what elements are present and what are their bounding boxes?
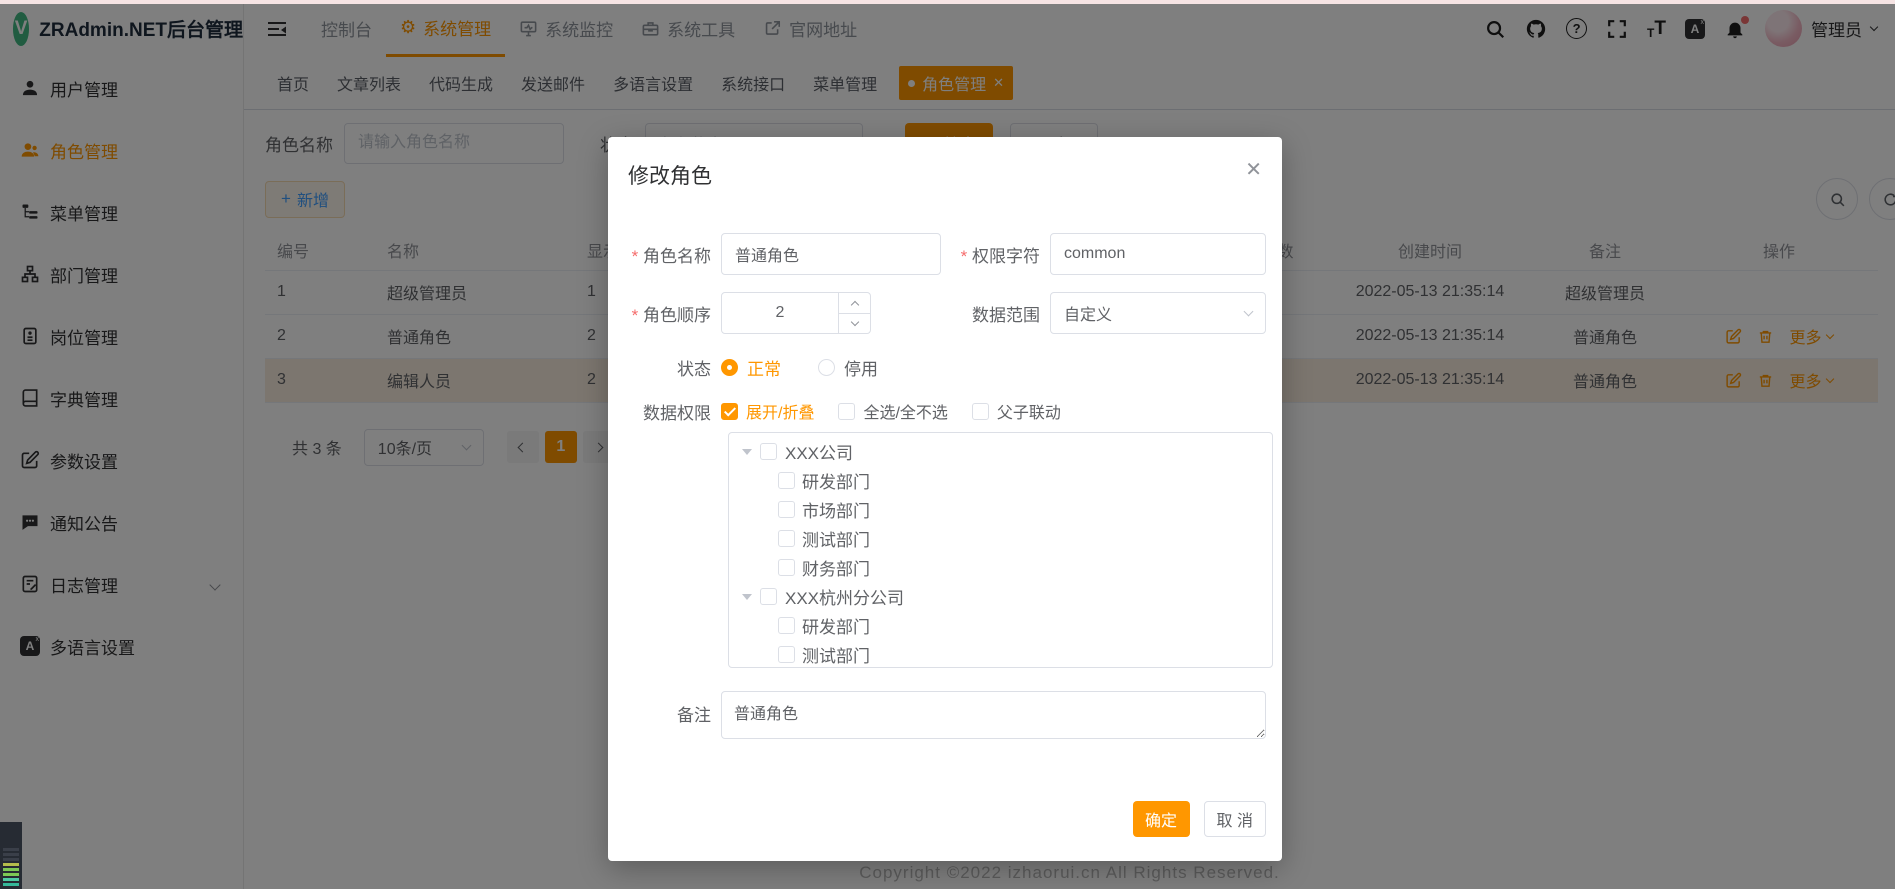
data-perm-label: 数据权限 xyxy=(615,399,721,424)
parent-child-link-checkbox[interactable] xyxy=(972,403,989,420)
status-disabled-label: 停用 xyxy=(844,355,878,380)
close-icon[interactable]: ✕ xyxy=(1245,160,1262,180)
tree-node[interactable]: 测试部门 xyxy=(729,524,1272,553)
role-order-label: 角色顺序 xyxy=(615,301,721,326)
increase-icon[interactable] xyxy=(838,293,870,313)
caret-down-icon[interactable] xyxy=(742,594,752,600)
status-radio-disabled[interactable] xyxy=(818,359,835,376)
perf-monitor-widget[interactable] xyxy=(0,822,22,889)
cancel-button[interactable]: 取 消 xyxy=(1204,801,1266,837)
decrease-icon[interactable] xyxy=(838,313,870,333)
tree-checkbox[interactable] xyxy=(778,617,795,634)
tree-checkbox[interactable] xyxy=(778,530,795,547)
tree-node[interactable]: 研发部门 xyxy=(729,466,1272,495)
status-normal-label: 正常 xyxy=(747,355,781,380)
tree-checkbox[interactable] xyxy=(760,443,777,460)
status-label: 状态 xyxy=(615,355,721,380)
dialog-body: 角色名称 权限字符 角色顺序 数据范围 自定义 状态 正常 停 xyxy=(608,190,1282,739)
edit-role-dialog: 修改角色 ✕ 角色名称 权限字符 角色顺序 数据范围 自定义 状态 xyxy=(608,137,1282,861)
department-tree: XXX公司 研发部门 市场部门 测试部门 财务部门 XXX杭州分公司 xyxy=(728,432,1273,668)
tree-checkbox[interactable] xyxy=(778,501,795,518)
data-scope-label: 数据范围 xyxy=(871,301,1050,326)
role-name-input[interactable] xyxy=(721,233,941,275)
top-edge-strip xyxy=(0,0,1895,4)
tree-node[interactable]: XXX杭州分公司 xyxy=(729,582,1272,611)
role-order-input[interactable] xyxy=(722,293,838,333)
perm-char-label: 权限字符 xyxy=(941,242,1050,267)
dialog-header: 修改角色 ✕ xyxy=(608,137,1282,190)
data-scope-select[interactable]: 自定义 xyxy=(1050,292,1266,334)
select-all-checkbox[interactable] xyxy=(838,403,855,420)
tree-node[interactable]: 财务部门 xyxy=(729,553,1272,582)
dialog-title: 修改角色 xyxy=(628,160,712,190)
remark-label: 备注 xyxy=(615,701,721,726)
tree-node[interactable]: 市场部门 xyxy=(729,495,1272,524)
tree-checkbox[interactable] xyxy=(778,646,795,663)
dialog-footer: 确定 取 消 xyxy=(1133,801,1266,837)
role-name-label: 角色名称 xyxy=(615,242,721,267)
role-order-stepper xyxy=(721,292,871,334)
remark-textarea[interactable]: 普通角色 xyxy=(721,691,1266,739)
tree-checkbox[interactable] xyxy=(778,559,795,576)
chevron-down-icon xyxy=(1244,307,1254,317)
remark-row: 备注 普通角色 xyxy=(615,691,1266,739)
status-radio-normal[interactable] xyxy=(721,359,738,376)
tree-node[interactable]: XXX公司 xyxy=(729,437,1272,466)
confirm-button[interactable]: 确定 xyxy=(1133,801,1190,837)
tree-node[interactable]: 测试部门 xyxy=(729,640,1272,668)
caret-down-icon[interactable] xyxy=(742,449,752,455)
expand-collapse-checkbox[interactable] xyxy=(721,403,738,420)
perm-char-input[interactable] xyxy=(1050,233,1266,275)
tree-node[interactable]: 研发部门 xyxy=(729,611,1272,640)
tree-checkbox[interactable] xyxy=(778,472,795,489)
tree-checkbox[interactable] xyxy=(760,588,777,605)
